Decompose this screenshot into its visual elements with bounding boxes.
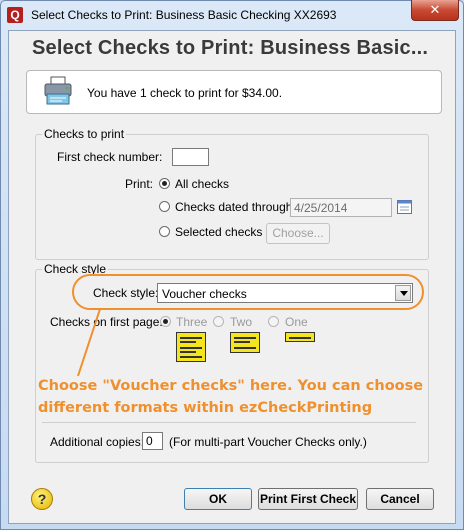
annotation-highlight-oval — [72, 274, 424, 310]
first-check-label: First check number: — [57, 150, 163, 164]
two-per-page-label[interactable]: Two — [230, 315, 252, 329]
app-icon: Q — [7, 7, 23, 23]
cancel-button[interactable]: Cancel — [366, 488, 434, 510]
copies-note: (For multi-part Voucher Checks only.) — [169, 435, 367, 449]
printer-icon — [42, 76, 74, 106]
two-checks-preview — [230, 332, 260, 353]
help-icon[interactable]: ? — [31, 488, 53, 510]
print-first-check-button[interactable]: Print First Check — [258, 488, 358, 510]
checks-dated-label[interactable]: Checks dated through: — [175, 200, 296, 214]
three-per-page-label[interactable]: Three — [176, 315, 207, 329]
first-check-number-input[interactable] — [172, 148, 209, 166]
annotation-text: Choose "Voucher checks" here. You can ch… — [38, 375, 438, 419]
ok-button[interactable]: OK — [184, 488, 252, 510]
info-message: You have 1 check to print for $34.00. — [87, 86, 283, 100]
one-check-preview — [285, 332, 315, 342]
additional-copies-label: Additional copies: — [50, 435, 145, 449]
dated-through-input[interactable] — [290, 198, 392, 217]
two-per-page-radio[interactable] — [213, 316, 224, 327]
print-label: Print: — [125, 177, 154, 191]
additional-copies-input[interactable] — [142, 432, 163, 450]
title-bar[interactable]: Q Select Checks to Print: Business Basic… — [0, 0, 464, 30]
close-button[interactable]: ✕ — [411, 0, 459, 21]
selected-checks-label[interactable]: Selected checks — [175, 225, 262, 239]
three-per-page-radio[interactable] — [160, 316, 171, 327]
checks-first-page-label: Checks on first page: — [50, 315, 163, 329]
calendar-icon[interactable] — [397, 199, 412, 214]
one-per-page-radio[interactable] — [268, 316, 279, 327]
checks-dated-radio[interactable] — [159, 201, 170, 212]
annotation-line-2: different formats within ezCheckPrinting — [38, 400, 373, 416]
one-per-page-label[interactable]: One — [285, 315, 308, 329]
all-checks-radio[interactable] — [159, 178, 170, 189]
window-title: Select Checks to Print: Business Basic C… — [31, 8, 337, 22]
page-title: Select Checks to Print: Business Basic..… — [32, 37, 429, 59]
choose-button[interactable]: Choose... — [266, 223, 330, 244]
selected-checks-radio[interactable] — [159, 226, 170, 237]
annotation-line-1: Choose "Voucher checks" here. You can ch… — [38, 378, 424, 394]
divider — [42, 422, 416, 423]
all-checks-label[interactable]: All checks — [175, 177, 229, 191]
checks-to-print-title: Checks to print — [42, 127, 127, 141]
three-checks-preview — [176, 332, 206, 362]
